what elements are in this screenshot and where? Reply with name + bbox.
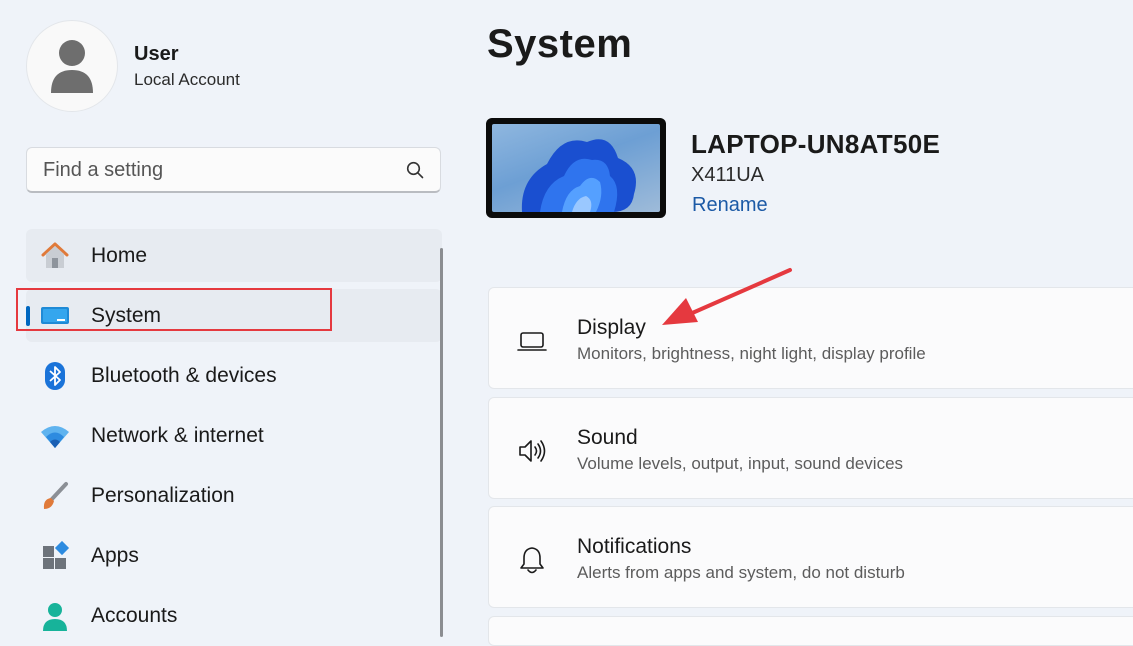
display-settings-card[interactable]: Display Monitors, brightness, night ligh…	[488, 287, 1133, 389]
sidebar-item-home[interactable]: Home	[26, 229, 442, 282]
user-name: User	[134, 43, 179, 65]
device-model: X411UA	[691, 164, 765, 186]
search-input[interactable]	[41, 156, 395, 184]
sidebar-item-label: Apps	[91, 544, 139, 567]
search-icon[interactable]	[406, 161, 424, 179]
rename-link[interactable]: Rename	[692, 194, 768, 217]
account-type: Local Account	[134, 70, 240, 89]
card-title: Sound	[577, 426, 638, 449]
apps-icon	[43, 541, 70, 569]
sidebar-item-bluetooth-devices[interactable]: Bluetooth & devices	[26, 349, 442, 402]
bluetooth-icon	[45, 362, 65, 390]
sidebar-scrollbar[interactable]	[440, 248, 443, 637]
sidebar-item-accounts[interactable]: Accounts	[26, 589, 442, 642]
card-title: Display	[577, 316, 646, 339]
wifi-icon	[41, 426, 69, 448]
sidebar-item-label: Accounts	[91, 604, 178, 627]
paintbrush-icon	[43, 482, 68, 509]
laptop-icon	[517, 332, 547, 351]
person-silhouette-icon	[51, 40, 93, 93]
search-box[interactable]	[26, 147, 441, 193]
notifications-settings-card[interactable]: Notifications Alerts from apps and syste…	[488, 506, 1133, 608]
card-description: Monitors, brightness, night light, displ…	[577, 344, 926, 363]
sidebar-item-apps[interactable]: Apps	[26, 529, 442, 582]
sidebar-item-personalization[interactable]: Personalization	[26, 469, 442, 522]
card-title: Notifications	[577, 535, 692, 558]
device-name: LAPTOP-UN8AT50E	[691, 129, 941, 159]
sidebar-item-label: Home	[91, 244, 148, 267]
sidebar-item-label: Personalization	[91, 484, 235, 507]
page-title: System	[487, 22, 633, 66]
user-avatar[interactable]	[26, 20, 118, 112]
bell-icon	[520, 547, 544, 574]
card-description: Volume levels, output, input, sound devi…	[577, 454, 904, 473]
sidebar-item-label: Bluetooth & devices	[91, 364, 277, 387]
sound-settings-card[interactable]: Sound Volume levels, output, input, soun…	[488, 397, 1133, 499]
speaker-icon	[519, 440, 546, 462]
sidebar-item-label: Network & internet	[91, 424, 264, 447]
next-settings-card[interactable]	[488, 616, 1133, 646]
annotation-highlight-box	[16, 288, 332, 331]
card-description: Alerts from apps and system, do not dist…	[577, 563, 905, 582]
annotation-arrow	[662, 268, 792, 325]
device-wallpaper-thumbnail	[486, 118, 666, 218]
home-icon	[41, 242, 69, 268]
sidebar-item-network-internet[interactable]: Network & internet	[26, 409, 442, 462]
accounts-icon	[43, 603, 67, 631]
bloom-wallpaper-image	[521, 139, 636, 212]
